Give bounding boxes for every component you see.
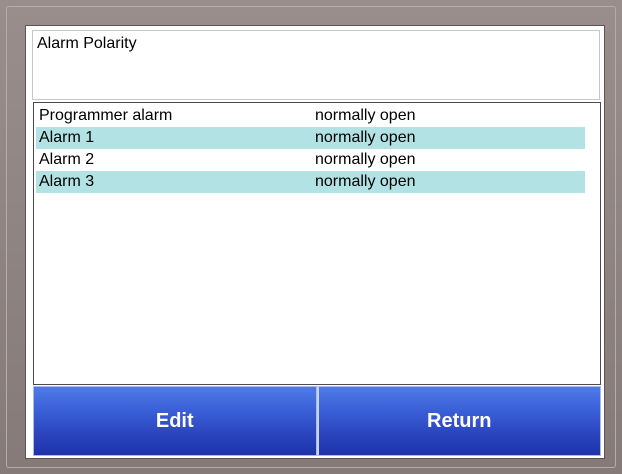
list-item[interactable]: Alarm 3 normally open <box>36 171 585 193</box>
alarm-polarity-value: normally open <box>315 151 416 168</box>
edit-button[interactable]: Edit <box>33 386 317 456</box>
alarm-name: Programmer alarm <box>39 107 173 124</box>
alarm-polarity-value: normally open <box>315 173 416 190</box>
alarm-name: Alarm 2 <box>39 151 95 168</box>
alarm-polarity-value: normally open <box>315 107 416 124</box>
alarm-list[interactable]: Programmer alarm normally open Alarm 1 n… <box>33 102 601 385</box>
list-item[interactable]: Alarm 1 normally open <box>36 127 585 149</box>
alarm-name: Alarm 1 <box>39 129 95 146</box>
list-item[interactable]: Alarm 2 normally open <box>36 149 585 171</box>
button-bar: Edit Return <box>33 386 601 456</box>
return-button[interactable]: Return <box>316 386 601 456</box>
page-title: Alarm Polarity <box>37 35 137 52</box>
title-box: Alarm Polarity <box>32 30 600 100</box>
alarm-polarity-value: normally open <box>315 129 416 146</box>
list-item[interactable]: Programmer alarm normally open <box>36 105 585 127</box>
alarm-name: Alarm 3 <box>39 173 95 190</box>
